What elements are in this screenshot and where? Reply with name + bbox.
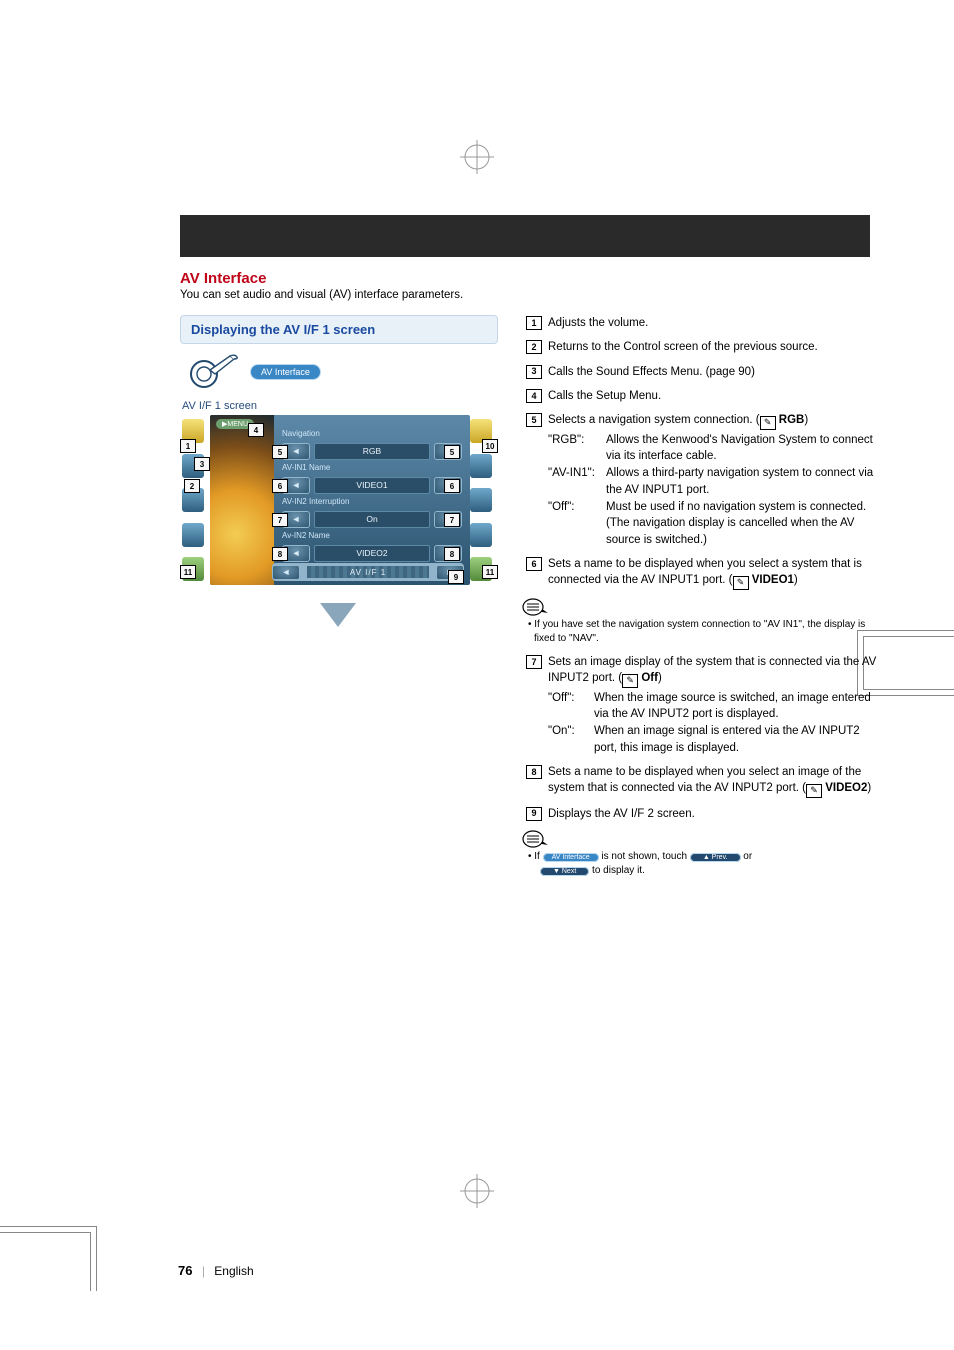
num-box: 8 [526, 765, 542, 779]
num-box: 9 [526, 807, 542, 821]
value-field: VIDEO2 [314, 545, 430, 562]
def-desc: Allows a third-party navigation system t… [606, 465, 878, 498]
callout-box: 5 [444, 445, 460, 459]
item-text: Sets an image display of the system that… [548, 656, 876, 684]
device-bezel-button [470, 454, 492, 478]
num-box: 5 [526, 413, 542, 427]
tab-prev-button: ◄ [272, 565, 300, 580]
section-intro: You can set audio and visual (AV) interf… [180, 289, 878, 301]
list-item: 9 Displays the AV I/F 2 screen. [526, 806, 878, 822]
list-item: 1 Adjusts the volume. [526, 315, 878, 331]
item-text: Returns to the Control screen of the pre… [548, 341, 818, 353]
row-label: AV-IN1 Name [282, 463, 330, 472]
callout-box: 9 [448, 570, 464, 584]
callout-box: 7 [272, 513, 288, 527]
page-number: 76 [178, 1263, 192, 1278]
default-icon: ✎ [622, 674, 638, 688]
pill-avinterface: AV Interface [543, 853, 599, 862]
list-item: 8 Sets a name to be displayed when you s… [526, 764, 878, 798]
item-text: Sets a name to be displayed when you sel… [548, 766, 871, 794]
trim-mark [0, 1232, 91, 1291]
screen-label: AV I/F 1 screen [182, 400, 498, 412]
item-text: Sets a name to be displayed when you sel… [548, 558, 862, 586]
callout-box: 11 [180, 565, 196, 579]
list-item: 5 Selects a navigation system connection… [526, 412, 878, 548]
row-label: AV-IN2 Interruption [282, 497, 349, 506]
pill-prev: ▲ Prev. [690, 853, 741, 862]
def-term: "Off": [548, 690, 594, 723]
callout-box: 4 [248, 423, 264, 437]
num-box: 7 [526, 655, 542, 669]
procedure-heading: Displaying the AV I/F 1 screen [180, 315, 498, 344]
wallpaper-graphic [210, 415, 274, 585]
note-text: • If AV Interface is not shown, touch ▲ … [526, 850, 878, 878]
device-bezel-button [470, 523, 492, 547]
item-text: Adjusts the volume. [548, 317, 648, 329]
def-desc: Must be used if no navigation system is … [606, 499, 878, 548]
callout-box: 6 [272, 479, 288, 493]
list-item: 6 Sets a name to be displayed when you s… [526, 556, 878, 590]
pill-next: ▼ Next [540, 867, 589, 876]
section-title: AV Interface [180, 270, 878, 287]
value-field: VIDEO1 [314, 477, 430, 494]
device-screenshot: ▶MENU Navigation ◄ RGB ► AV-IN1 Name ◄ V… [180, 415, 498, 585]
touch-hand-icon [188, 352, 238, 392]
item-text: Calls the Sound Effects Menu. (page 90) [548, 366, 755, 378]
num-box: 2 [526, 340, 542, 354]
note-icon [522, 598, 548, 616]
callout-box: 8 [272, 547, 288, 561]
def-desc: When the image source is switched, an im… [594, 690, 878, 723]
callout-box: 10 [482, 439, 498, 453]
callout-box: 3 [194, 457, 210, 471]
page-footer: 76 | English [178, 1263, 254, 1278]
callout-box: 1 [180, 439, 196, 453]
item-text: Displays the AV I/F 2 screen. [548, 808, 695, 820]
def-term: "RGB": [548, 432, 606, 465]
default-icon: ✎ [806, 784, 822, 798]
def-desc: Allows the Kenwood's Navigation System t… [606, 432, 878, 465]
default-icon: ✎ [760, 416, 776, 430]
callout-box: 5 [272, 445, 288, 459]
item-text: Calls the Setup Menu. [548, 390, 661, 402]
def-term: "Off": [548, 499, 606, 548]
device-bezel-button [470, 488, 492, 512]
note-icon [522, 830, 548, 848]
callout-box: 7 [444, 513, 460, 527]
value-field: RGB [314, 443, 430, 460]
def-desc: When an image signal is entered via the … [594, 723, 878, 756]
continue-arrow-icon [320, 603, 356, 627]
list-item: 4 Calls the Setup Menu. [526, 388, 878, 404]
row-label: Av-IN2 Name [282, 531, 330, 540]
row-label: Navigation [282, 429, 320, 438]
footer-language: English [214, 1264, 253, 1278]
list-item: 3 Calls the Sound Effects Menu. (page 90) [526, 364, 878, 380]
value-field: On [314, 511, 430, 528]
tab-title: AV I/F 1 [307, 566, 429, 578]
num-box: 1 [526, 316, 542, 330]
list-item: 7 Sets an image display of the system th… [526, 654, 878, 756]
callout-box: 6 [444, 479, 460, 493]
default-icon: ✎ [733, 576, 749, 590]
num-box: 6 [526, 557, 542, 571]
callout-box: 11 [482, 565, 498, 579]
breadcrumb-pill: AV Interface [250, 364, 321, 380]
note-text: • If you have set the navigation system … [526, 618, 878, 646]
print-registration-top [460, 140, 494, 174]
num-box: 4 [526, 389, 542, 403]
def-term: "AV-IN1": [548, 465, 606, 498]
item-text: Selects a navigation system connection. … [548, 414, 808, 426]
def-term: "On": [548, 723, 594, 756]
callout-box: 2 [184, 479, 200, 493]
device-bezel-button [182, 523, 204, 547]
chapter-header-bar [180, 215, 870, 257]
num-box: 3 [526, 365, 542, 379]
callout-box: 8 [444, 547, 460, 561]
list-item: 2 Returns to the Control screen of the pr… [526, 339, 878, 355]
